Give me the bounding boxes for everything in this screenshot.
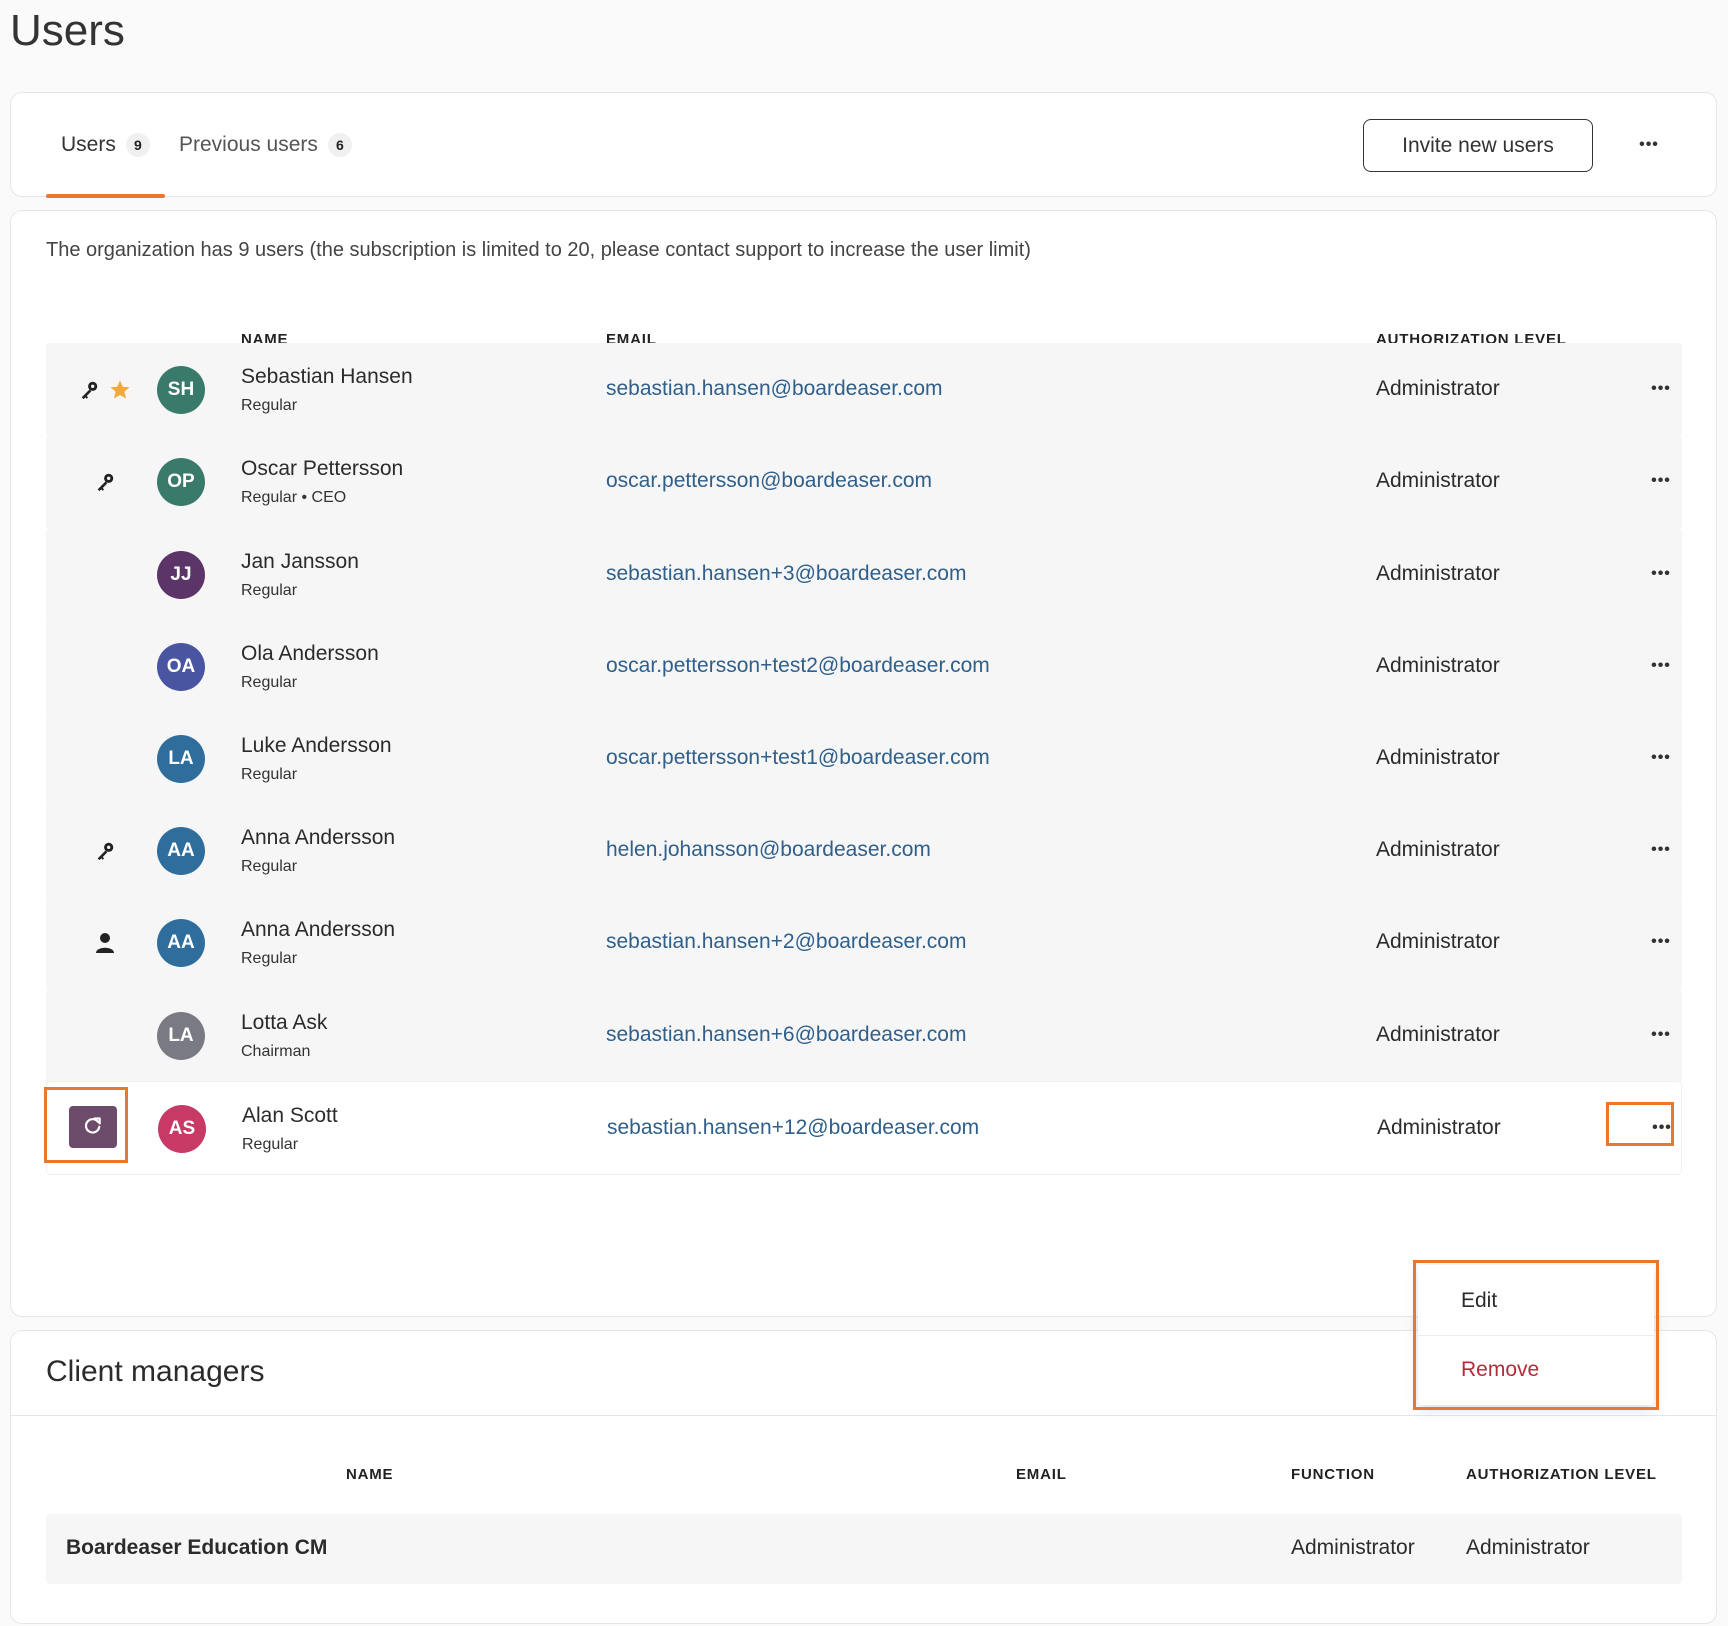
cm-column-header-function: FUNCTION bbox=[1291, 1466, 1375, 1483]
user-email-link[interactable]: sebastian.hansen+6@boardeaser.com bbox=[606, 1023, 966, 1047]
avatar: LA bbox=[157, 735, 205, 783]
row-more-options-icon[interactable]: ••• bbox=[1641, 924, 1681, 960]
cm-column-header-authorization-level: AUTHORIZATION LEVEL bbox=[1466, 1466, 1657, 1483]
more-options-icon[interactable]: ••• bbox=[1627, 127, 1671, 163]
user-role: Regular bbox=[241, 858, 298, 875]
table-row[interactable]: Boardeaser Education CM Administrator Ad… bbox=[46, 1514, 1682, 1584]
user-email-link[interactable]: oscar.pettersson+test1@boardeaser.com bbox=[606, 746, 990, 770]
cm-column-header-email: EMAIL bbox=[1016, 1466, 1067, 1483]
key-icon bbox=[94, 471, 116, 493]
authorization-level: Administrator bbox=[1376, 654, 1500, 677]
tab-previous-users-count: 6 bbox=[327, 133, 352, 157]
user-limit-summary: The organization has 9 users (the subscr… bbox=[46, 239, 1031, 261]
cm-authorization-level: Administrator bbox=[1466, 1536, 1590, 1559]
user-role: Regular bbox=[241, 397, 298, 414]
table-row[interactable]: LA Luke Andersson Regular oscar.pettersson+… bbox=[46, 712, 1682, 806]
row-more-options-icon[interactable]: ••• bbox=[1641, 371, 1681, 407]
user-email-link[interactable]: sebastian.hansen+3@boardeaser.com bbox=[606, 562, 966, 586]
page-title: Users bbox=[10, 6, 125, 55]
key-icon bbox=[94, 840, 116, 862]
invite-new-users-button[interactable]: Invite new users bbox=[1363, 119, 1593, 172]
table-row[interactable]: SH Sebastian Hansen Regular sebastian.hanse… bbox=[46, 343, 1682, 437]
row-more-options-icon[interactable]: ••• bbox=[1641, 463, 1681, 499]
user-role: Regular bbox=[241, 766, 298, 783]
client-managers-title: Client managers bbox=[46, 1355, 265, 1388]
user-email-link[interactable]: oscar.pettersson@boardeaser.com bbox=[606, 469, 932, 493]
avatar: LA bbox=[157, 1012, 205, 1060]
user-role: Regular • CEO bbox=[241, 489, 347, 506]
authorization-level: Administrator bbox=[1376, 562, 1500, 585]
authorization-level: Administrator bbox=[1376, 838, 1500, 861]
user-role: Regular bbox=[241, 674, 298, 691]
user-role: Chairman bbox=[241, 1043, 311, 1060]
user-name: Sebastian Hansen bbox=[241, 365, 413, 388]
row-more-options-icon[interactable]: ••• bbox=[1641, 1017, 1681, 1053]
user-role: Regular bbox=[241, 950, 298, 967]
cm-function: Administrator bbox=[1291, 1536, 1415, 1559]
person-icon bbox=[95, 932, 115, 954]
avatar: SH bbox=[157, 366, 205, 414]
menu-item-edit[interactable]: Edit bbox=[1418, 1267, 1654, 1335]
table-row[interactable]: OP Oscar Pettersson Regular • CEO oscar.pet… bbox=[46, 435, 1682, 529]
row-more-options-icon[interactable]: ••• bbox=[1641, 740, 1681, 776]
row-more-options-icon[interactable]: ••• bbox=[1641, 832, 1681, 868]
tab-users-label: Users bbox=[61, 133, 116, 156]
resend-invite-button[interactable] bbox=[69, 1106, 117, 1148]
user-name: Anna Andersson bbox=[241, 826, 396, 849]
tab-previous-users[interactable]: Previous users 6 bbox=[179, 93, 352, 197]
divider bbox=[11, 1415, 1716, 1416]
avatar: OP bbox=[157, 458, 205, 506]
table-row[interactable]: OA Ola Andersson Regular oscar.pettersson+t… bbox=[46, 620, 1682, 714]
row-actions-menu: Edit Remove bbox=[1418, 1265, 1654, 1405]
user-name: Jan Jansson bbox=[241, 550, 359, 573]
users-panel: The organization has 9 users (the subscr… bbox=[10, 210, 1717, 1317]
tab-users-count: 9 bbox=[125, 133, 150, 157]
avatar: AA bbox=[157, 827, 205, 875]
star-icon bbox=[108, 378, 132, 402]
cm-column-header-name: NAME bbox=[346, 1466, 394, 1483]
tab-users[interactable]: Users 9 bbox=[46, 93, 165, 198]
user-name: Alan Scott bbox=[242, 1104, 338, 1127]
user-name: Lotta Ask bbox=[241, 1011, 328, 1034]
table-row[interactable]: LA Lotta Ask Chairman sebastian.hansen+6@bo… bbox=[46, 989, 1682, 1083]
user-email-link[interactable]: helen.johansson@boardeaser.com bbox=[606, 838, 931, 862]
tab-previous-users-label: Previous users bbox=[179, 133, 318, 156]
avatar: OA bbox=[157, 643, 205, 691]
row-more-options-icon[interactable]: ••• bbox=[1641, 648, 1681, 684]
table-row[interactable]: AA Anna Andersson Regular sebastian.hansen+… bbox=[46, 896, 1682, 990]
user-name: Luke Andersson bbox=[241, 734, 392, 757]
user-email-link[interactable]: sebastian.hansen@boardeaser.com bbox=[606, 377, 943, 401]
user-name: Anna Andersson bbox=[241, 918, 396, 941]
user-email-link[interactable]: oscar.pettersson+test2@boardeaser.com bbox=[606, 654, 990, 678]
authorization-level: Administrator bbox=[1376, 469, 1500, 492]
table-row[interactable]: JJ Jan Jansson Regular sebastian.hansen+3@b… bbox=[46, 528, 1682, 622]
user-name: Ola Andersson bbox=[241, 642, 379, 665]
user-name: Oscar Pettersson bbox=[241, 457, 404, 480]
avatar: AA bbox=[157, 919, 205, 967]
user-role: Regular bbox=[242, 1136, 299, 1153]
user-role: Regular bbox=[241, 582, 298, 599]
user-email-link[interactable]: sebastian.hansen+12@boardeaser.com bbox=[607, 1116, 979, 1140]
authorization-level: Administrator bbox=[1376, 930, 1500, 953]
row-more-options-icon[interactable]: ••• bbox=[1641, 556, 1681, 592]
user-email-link[interactable]: sebastian.hansen+2@boardeaser.com bbox=[606, 930, 966, 954]
authorization-level: Administrator bbox=[1376, 746, 1500, 769]
authorization-level: Administrator bbox=[1376, 377, 1500, 400]
tabs-bar: Users 9 Previous users 6 Invite new user… bbox=[10, 92, 1717, 198]
avatar: JJ bbox=[157, 551, 205, 599]
cm-name: Boardeaser Education CM bbox=[66, 1536, 328, 1559]
refresh-icon bbox=[83, 1116, 103, 1139]
menu-item-remove[interactable]: Remove bbox=[1418, 1335, 1654, 1403]
authorization-level: Administrator bbox=[1377, 1116, 1501, 1139]
key-icon bbox=[78, 379, 100, 401]
table-row[interactable]: AS Alan Scott Regular sebastian.hansen+12@b… bbox=[46, 1081, 1682, 1175]
authorization-level: Administrator bbox=[1376, 1023, 1500, 1046]
row-more-options-icon[interactable]: ••• bbox=[1642, 1110, 1682, 1146]
table-row[interactable]: AA Anna Andersson Regular helen.johansson@b… bbox=[46, 804, 1682, 898]
avatar: AS bbox=[158, 1105, 206, 1153]
